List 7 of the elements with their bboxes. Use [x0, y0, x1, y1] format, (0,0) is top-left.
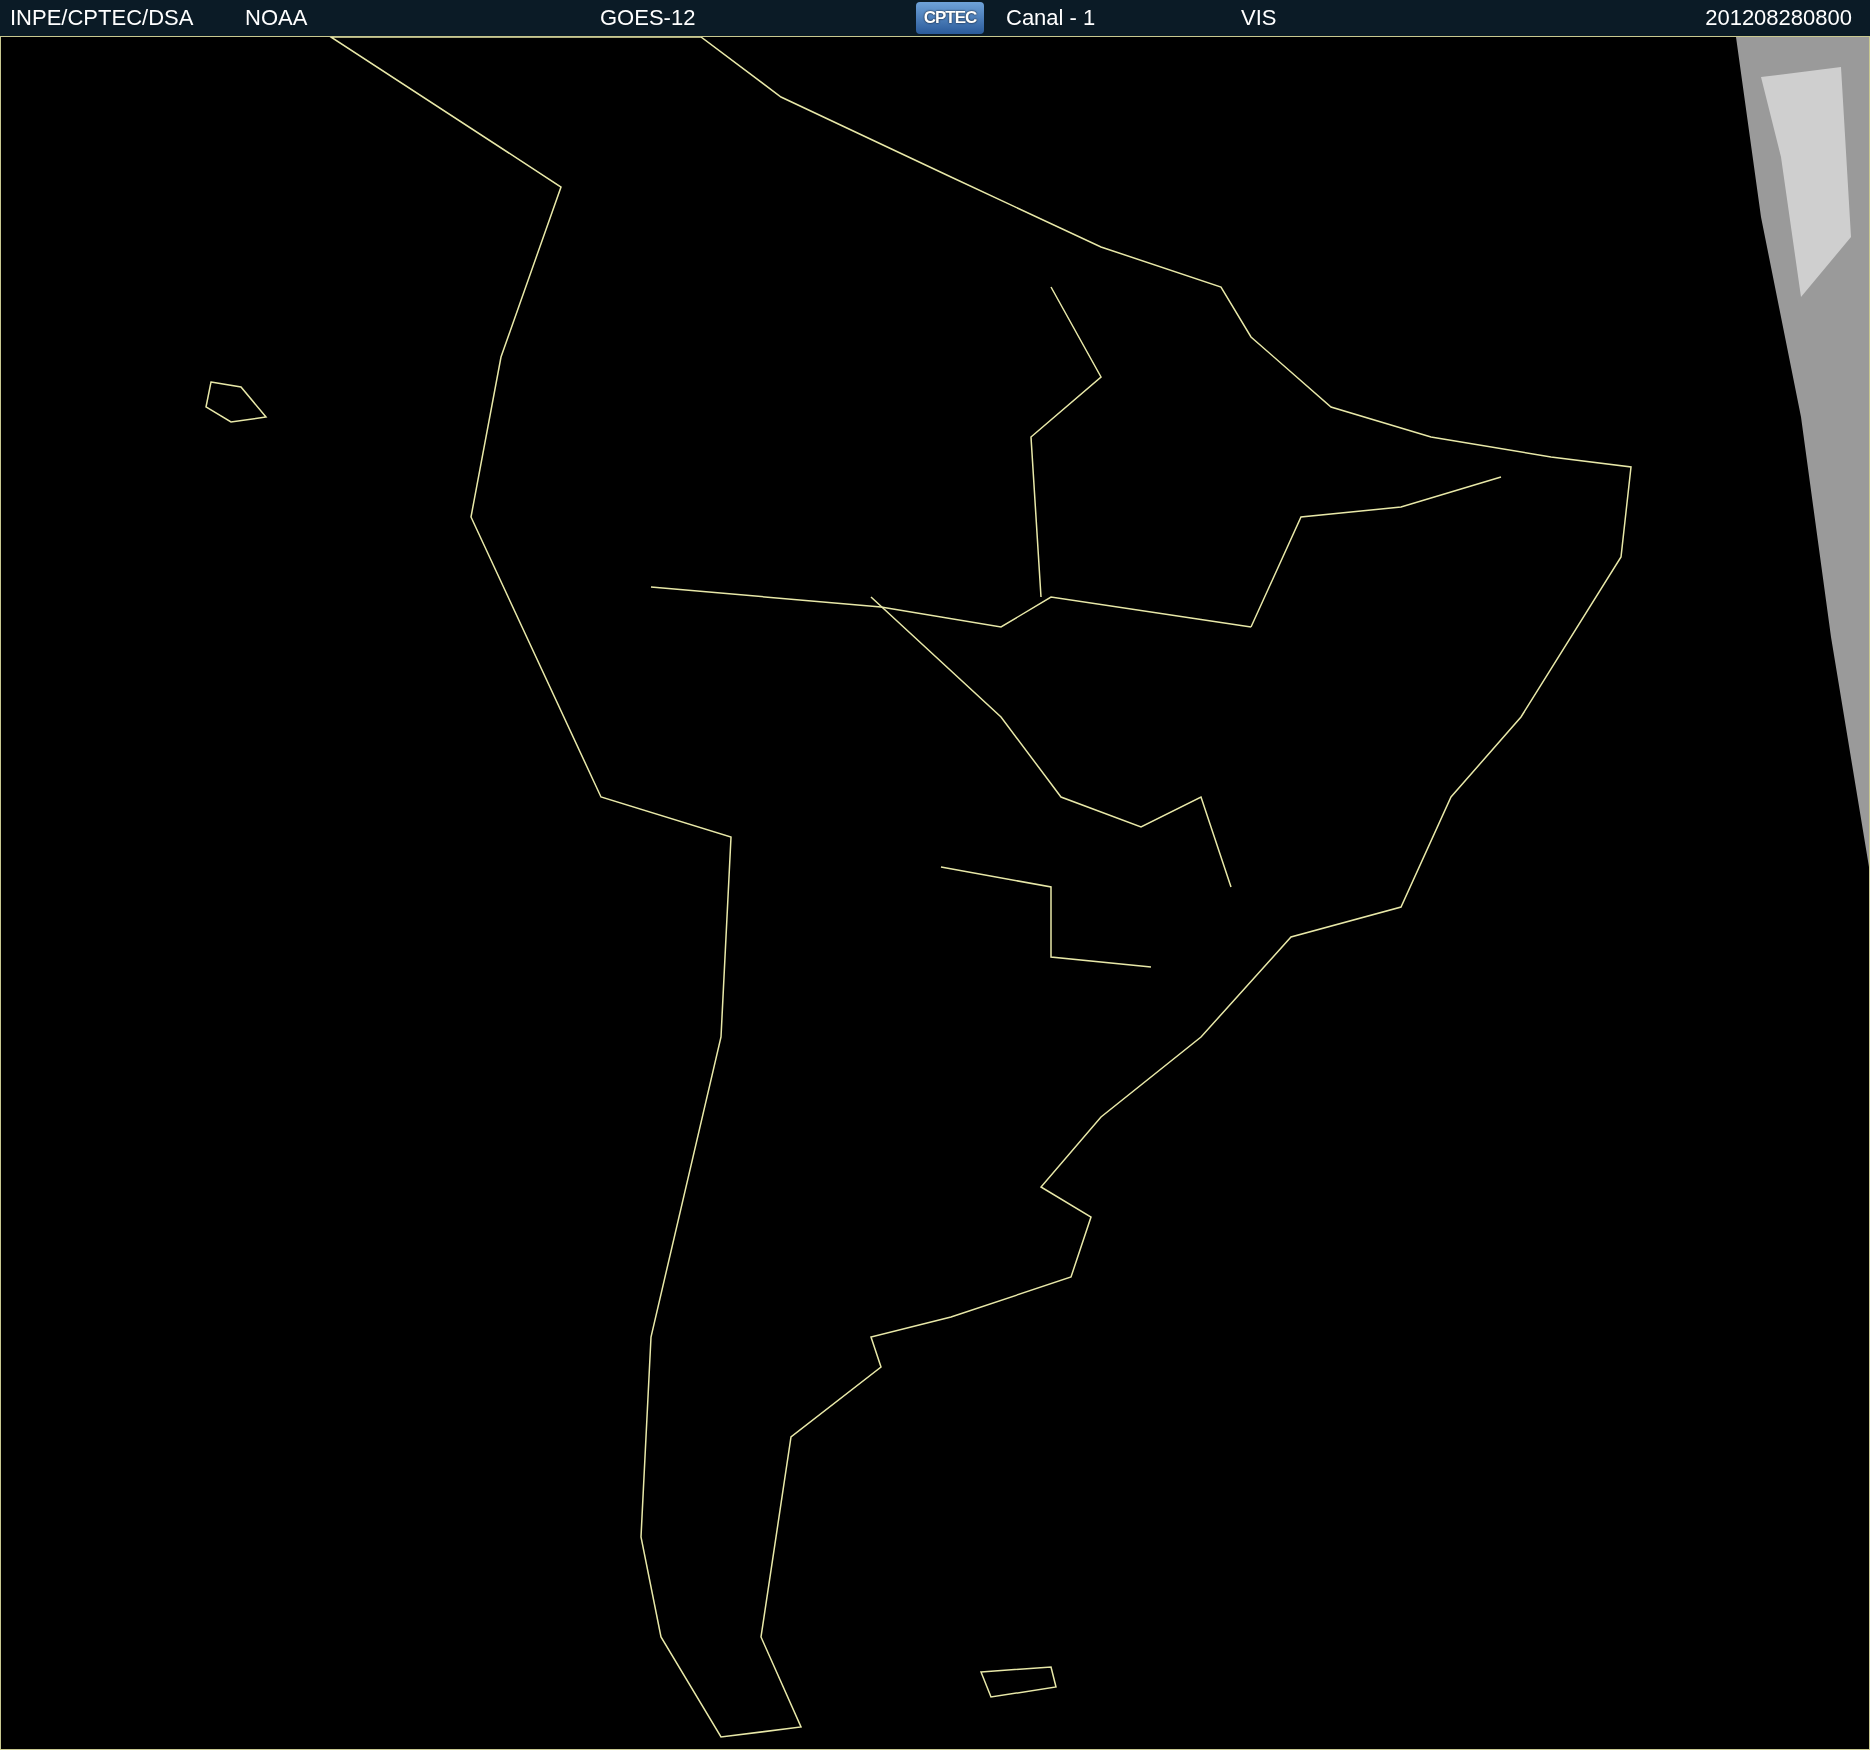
header-label: 201208280800	[1705, 5, 1852, 31]
logo: CPTEC	[916, 2, 984, 34]
header-label: INPE/CPTEC/DSA	[10, 5, 194, 31]
header-label: Canal - 1	[1006, 5, 1096, 31]
header-label: VIS	[1241, 5, 1277, 31]
header-label: GOES-12	[600, 5, 696, 31]
header-label: NOAA	[245, 5, 308, 31]
